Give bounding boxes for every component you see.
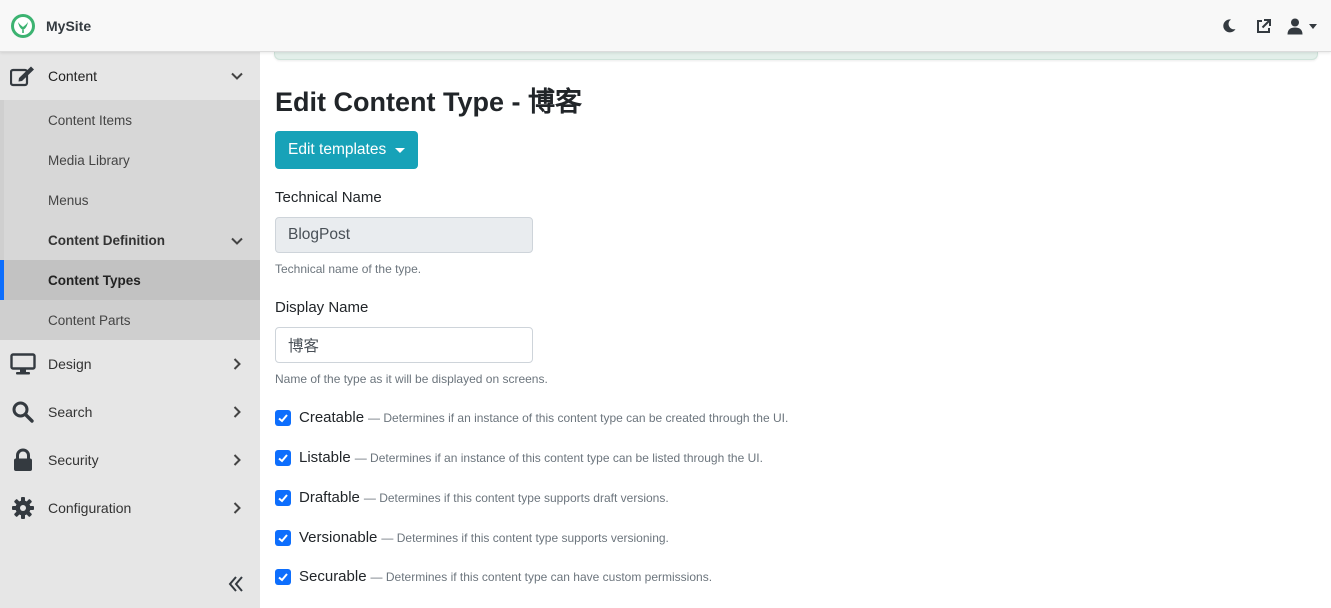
collapse-sidebar-icon[interactable] [224,572,248,596]
sidebar-item-content-types[interactable]: Content Types [0,260,260,300]
sidebar-item-label: Design [48,356,92,372]
draftable-checkbox[interactable] [275,489,291,506]
monitor-icon [10,352,36,376]
sidebar-item-content-items[interactable]: Content Items [4,100,260,140]
sidebar-item-configuration[interactable]: Configuration [0,484,260,532]
securable-checkbox[interactable] [275,568,291,585]
sidebar-item-search[interactable]: Search [0,388,260,436]
chevron-right-icon [233,406,241,418]
main-content: Edit Content Type - 博客 Edit templates Te… [260,52,1331,608]
listable-checkbox[interactable] [275,449,291,466]
external-link-icon[interactable] [1253,16,1273,36]
technical-name-label: Technical Name [275,189,382,206]
sidebar: Content Content Items Media Library Menu… [0,52,260,608]
checkmark-icon [278,493,288,502]
content-submenu: Content Items Media Library Menus Conten… [0,100,260,340]
chevron-down-icon [231,237,243,245]
sidebar-item-security[interactable]: Security [0,436,260,484]
page-title: Edit Content Type - 博客 [275,87,582,117]
technical-name-help: Technical name of the type. [275,262,422,276]
draftable-description: — Determines if this content type suppor… [363,490,669,505]
listable-description: — Determines if an instance of this cont… [354,450,763,465]
option-securable: Securable — Determines if this content t… [275,568,712,585]
creatable-checkbox[interactable] [275,409,291,426]
sidebar-item-label: Search [48,404,93,420]
display-name-field[interactable] [275,327,533,363]
option-creatable: Creatable — Determines if an instance of… [275,409,788,426]
chevron-down-icon [395,147,406,153]
brand-name: MySite [46,18,92,34]
sidebar-item-content-definition[interactable]: Content Definition [4,220,260,260]
edit-templates-label: Edit templates [288,141,387,158]
versionable-label[interactable]: Versionable [299,529,377,546]
listable-label[interactable]: Listable [299,449,351,466]
notification-strip [274,52,1318,60]
sidebar-item-design[interactable]: Design [0,340,260,388]
checkmark-icon [278,572,288,581]
dark-mode-moon-icon[interactable] [1219,16,1239,36]
option-listable: Listable — Determines if an instance of … [275,449,763,466]
versionable-description: — Determines if this content type suppor… [381,530,669,545]
chevron-down-icon [231,72,243,80]
versionable-checkbox[interactable] [275,529,291,546]
chevron-right-icon [233,454,241,466]
sidebar-item-label: Configuration [48,500,132,516]
chevron-right-icon [233,358,241,370]
option-versionable: Versionable — Determines if this content… [275,529,669,546]
user-icon [1287,18,1303,34]
user-menu[interactable] [1287,18,1317,35]
display-name-help: Name of the type as it will be displayed… [275,372,548,386]
chevron-down-icon [1309,23,1317,29]
search-icon [10,400,36,424]
checkmark-icon [278,533,288,542]
sidebar-item-content-parts[interactable]: Content Parts [4,300,260,340]
edit-templates-button[interactable]: Edit templates [275,131,419,169]
securable-label[interactable]: Securable [299,568,367,585]
chevron-right-icon [233,502,241,514]
technical-name-field[interactable] [275,217,533,253]
sidebar-item-menus[interactable]: Menus [4,180,260,220]
display-name-label: Display Name [275,299,369,316]
draftable-label[interactable]: Draftable [299,489,360,506]
lock-icon [10,448,36,472]
sidebar-item-content[interactable]: Content [0,52,260,100]
sidebar-item-label: Security [48,452,99,468]
brand[interactable]: MySite [10,13,91,39]
top-navbar: MySite [0,0,1331,52]
edit-icon [10,64,36,88]
sidebar-item-label: Content Definition [48,232,165,248]
site-logo-icon [11,14,35,38]
checkmark-icon [278,413,288,422]
securable-description: — Determines if this content type can ha… [370,569,713,584]
creatable-description: — Determines if an instance of this cont… [368,410,789,425]
sidebar-item-media-library[interactable]: Media Library [4,140,260,180]
sidebar-item-label: Content [48,68,98,84]
checkmark-icon [278,453,288,462]
gear-icon [10,496,36,520]
creatable-label[interactable]: Creatable [299,409,364,426]
option-draftable: Draftable — Determines if this content t… [275,489,669,506]
